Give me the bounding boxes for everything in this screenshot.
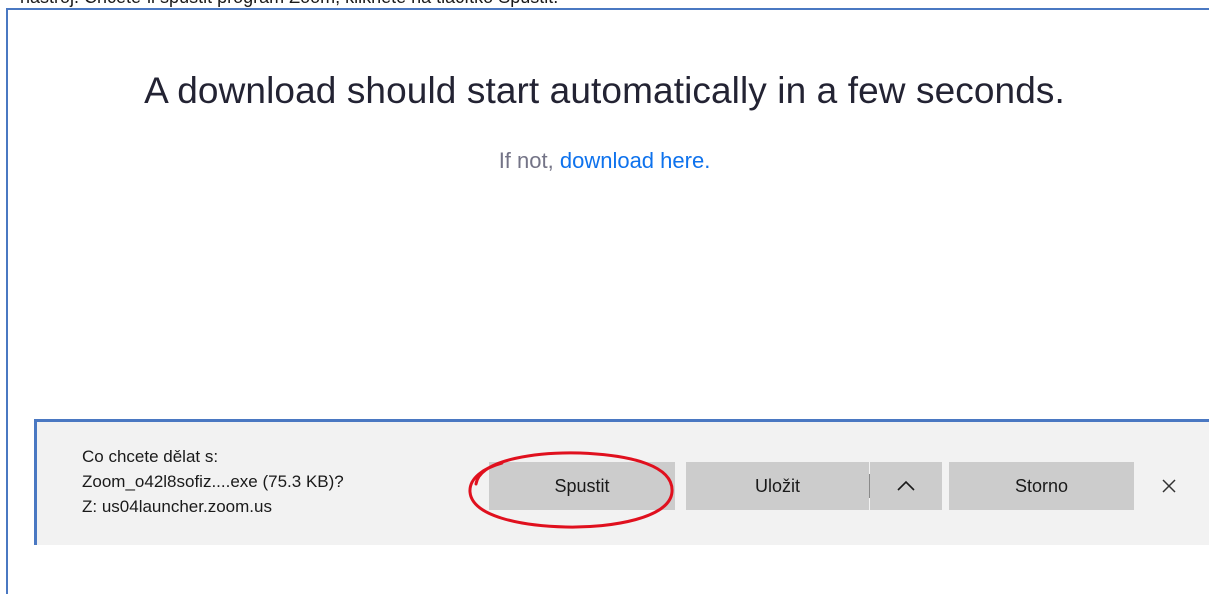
save-options-button[interactable] xyxy=(870,462,942,510)
download-file-name: Zoom_o42l8sofiz....exe (75.3 KB)? xyxy=(82,472,344,491)
fallback-prefix: If not, xyxy=(498,148,554,173)
save-button[interactable]: Uložit xyxy=(686,462,869,510)
cancel-button[interactable]: Storno xyxy=(949,462,1134,510)
download-question-line: Co chcete dělat s: xyxy=(82,447,219,466)
download-source: Z: us04launcher.zoom.us xyxy=(82,497,272,516)
fallback-line: If not, download here. xyxy=(0,148,1209,174)
close-bar-button[interactable] xyxy=(1153,470,1185,502)
chevron-up-icon xyxy=(896,480,916,492)
screenshot-stage: nastroj. Chcete-li spustit program Zoom,… xyxy=(0,0,1209,594)
run-button[interactable]: Spustit xyxy=(489,462,675,510)
close-icon xyxy=(1161,478,1177,494)
download-notification-bar: Co chcete dělat s: Zoom_o42l8sofiz....ex… xyxy=(34,419,1209,545)
page-headline: A download should start automatically in… xyxy=(144,70,1065,111)
clipped-instruction-text: nastroj. Chcete-li spustit program Zoom,… xyxy=(20,0,558,8)
download-here-link[interactable]: download here. xyxy=(560,148,710,173)
download-question: Co chcete dělat s: Zoom_o42l8sofiz....ex… xyxy=(82,444,344,519)
